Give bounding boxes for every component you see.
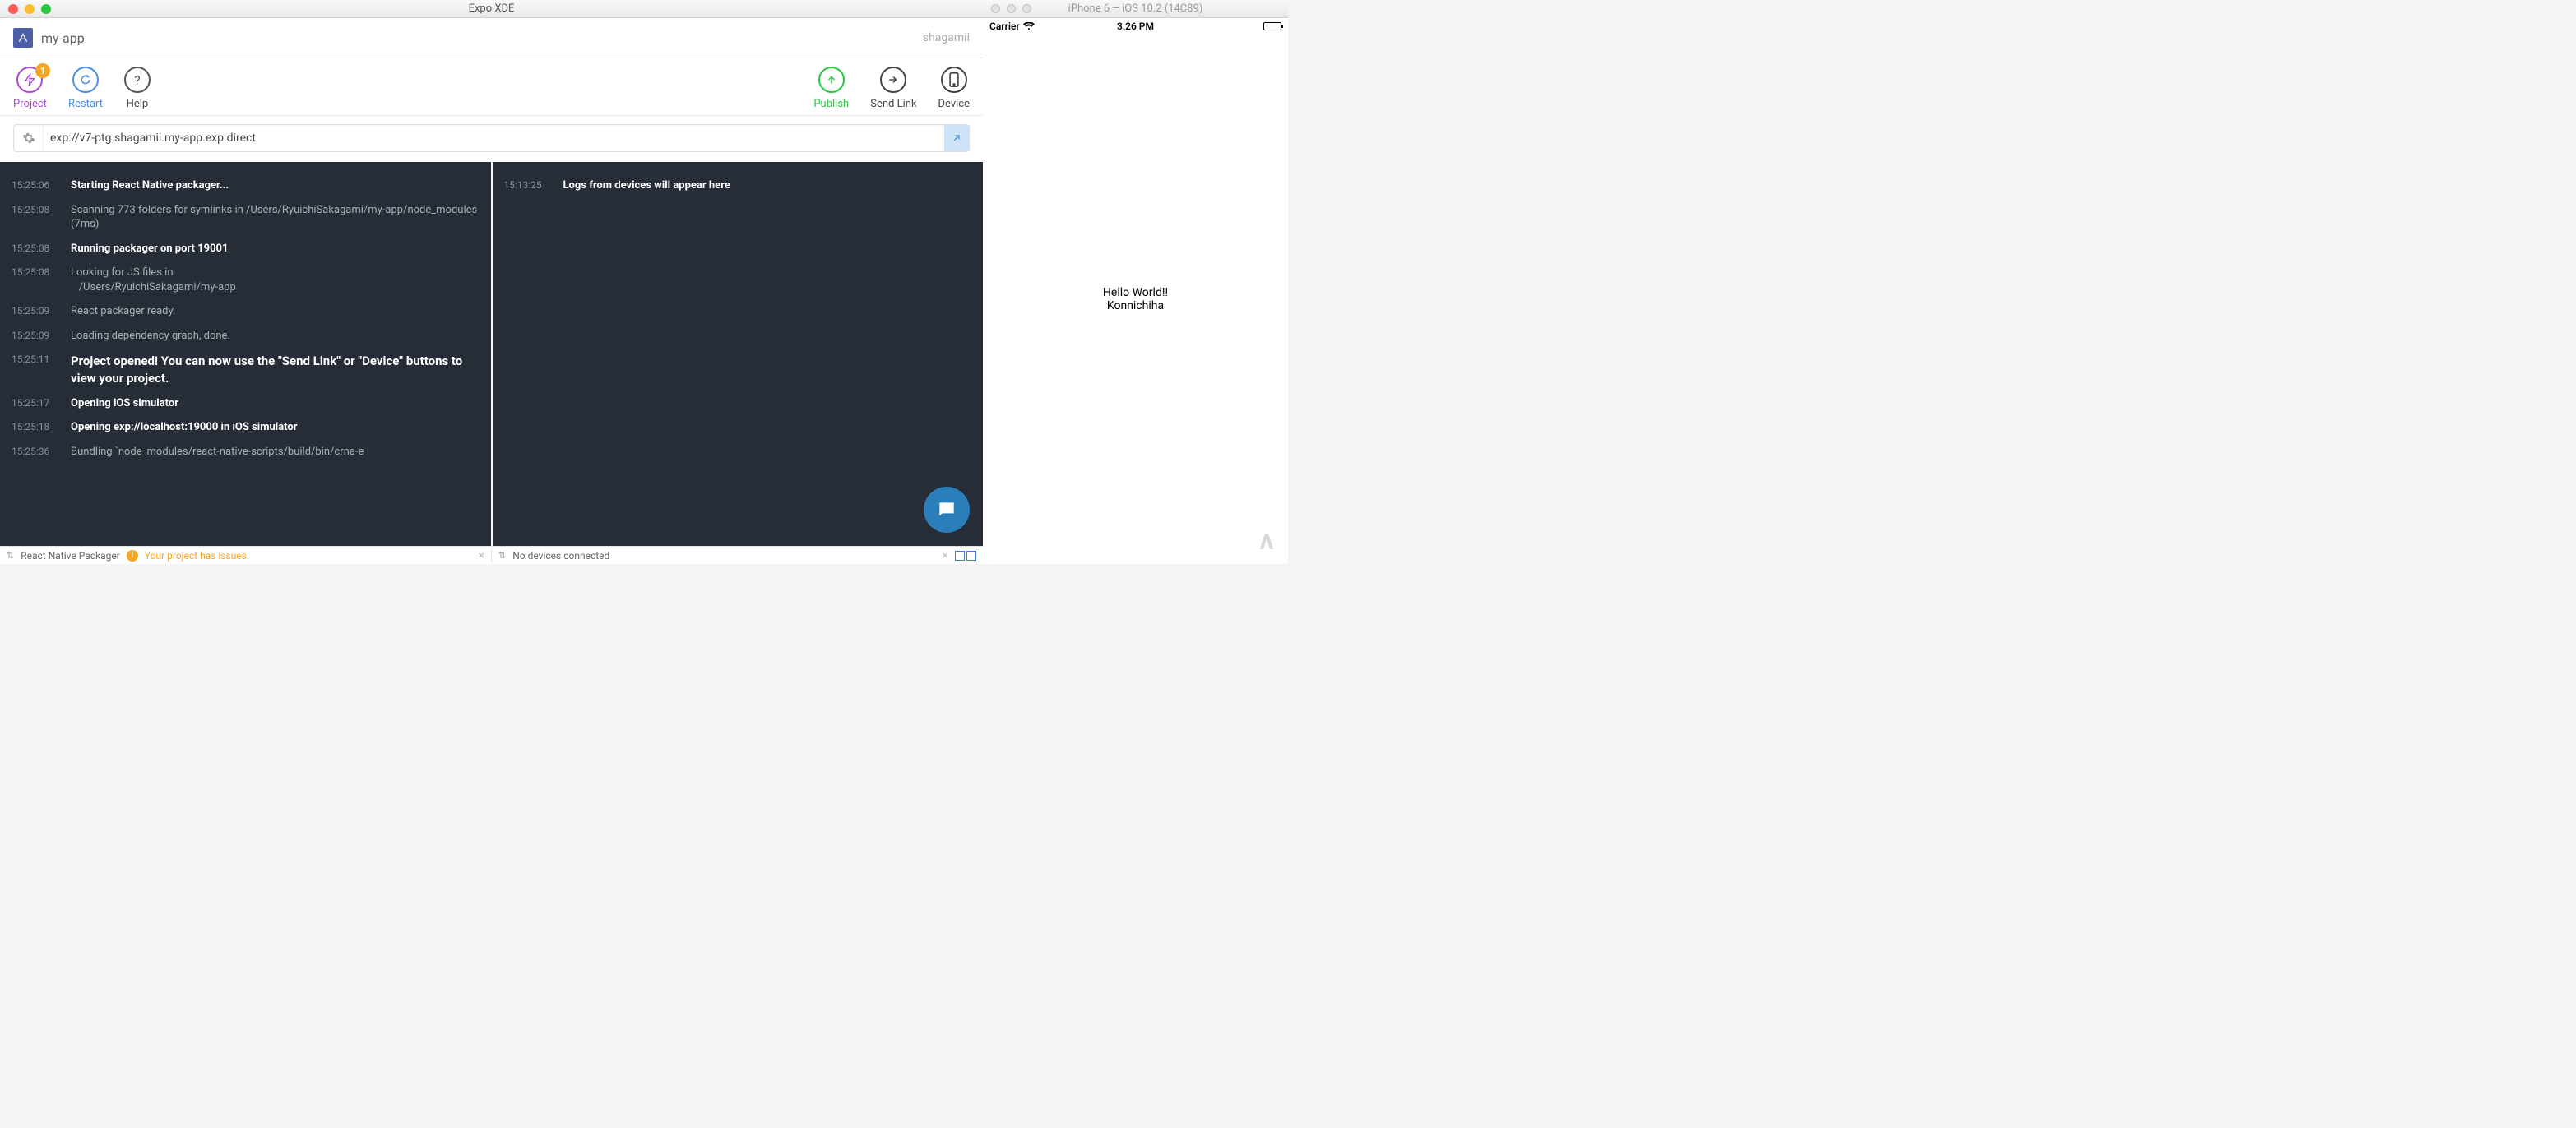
log-row: 15:25:11Project opened! You can now use …	[12, 353, 480, 386]
url-bar[interactable]: exp://v7-ptg.shagamii.my-app.exp.direct	[13, 124, 970, 152]
project-badge: 1	[35, 63, 50, 78]
publish-button[interactable]: Publish	[813, 67, 849, 110]
log-message: Bundling `node_modules/react-native-scri…	[71, 445, 480, 460]
send-link-label: Send Link	[870, 98, 916, 110]
log-timestamp: 15:25:17	[12, 396, 71, 411]
close-pane-icon[interactable]: ×	[943, 549, 948, 562]
issue-badge-icon: !	[127, 550, 138, 562]
app-text-1: Hello World!!	[1103, 286, 1168, 299]
log-message: Opening iOS simulator	[71, 396, 480, 411]
sim-status-bar: Carrier 3:26 PM	[983, 18, 1288, 35]
log-timestamp: 15:13:25	[504, 178, 563, 193]
url-settings-icon[interactable]	[14, 125, 44, 151]
sort-icon[interactable]: ⇅	[498, 550, 506, 561]
sim-app-content: Hello World!! Konnichiha	[983, 35, 1288, 564]
battery-icon	[1263, 22, 1281, 30]
restart-button[interactable]: Restart	[68, 67, 103, 110]
project-label: Project	[13, 98, 47, 110]
chat-icon[interactable]	[924, 487, 970, 533]
log-row: 15:25:09React packager ready.	[12, 304, 480, 319]
help-label: Help	[127, 98, 149, 110]
packager-log-console[interactable]: 15:25:06Starting React Native packager..…	[0, 162, 493, 546]
sim-window-title: iPhone 6 – iOS 10.2 (14C89)	[983, 2, 1288, 15]
expo-watermark-icon: Λ	[1252, 528, 1281, 557]
project-button[interactable]: 1 Project	[13, 67, 47, 110]
log-timestamp: 15:25:09	[12, 329, 71, 344]
log-timestamp: 15:25:08	[12, 242, 71, 257]
log-row: 15:25:08Looking for JS files in /Users/R…	[12, 266, 480, 294]
log-message: React packager ready.	[71, 304, 480, 319]
log-row: 15:25:08Running packager on port 19001	[12, 242, 480, 257]
log-timestamp: 15:25:08	[12, 266, 71, 294]
log-message: Logs from devices will appear here	[563, 178, 972, 193]
app-text-2: Konnichiha	[1107, 299, 1164, 312]
status-left-text: React Native Packager	[21, 550, 120, 562]
log-row: 15:13:25Logs from devices will appear he…	[504, 178, 972, 193]
help-button[interactable]: ? Help	[124, 67, 151, 110]
log-timestamp: 15:25:18	[12, 420, 71, 435]
log-row: 15:25:06Starting React Native packager..…	[12, 178, 480, 193]
publish-label: Publish	[813, 98, 849, 110]
app-name: my-app	[41, 30, 85, 46]
log-timestamp: 15:25:09	[12, 304, 71, 319]
log-row: 15:25:18Opening exp://localhost:19000 in…	[12, 420, 480, 435]
restart-label: Restart	[68, 98, 103, 110]
device-button[interactable]: Device	[938, 67, 971, 110]
log-timestamp: 15:25:11	[12, 353, 71, 386]
main-window-titlebar: Expo XDE	[0, 0, 983, 18]
expo-logo-icon	[13, 28, 33, 48]
url-text[interactable]: exp://v7-ptg.shagamii.my-app.exp.direct	[44, 132, 944, 145]
log-message: Starting React Native packager...	[71, 178, 480, 193]
log-message: Loading dependency graph, done.	[71, 329, 480, 344]
log-message: Running packager on port 19001	[71, 242, 480, 257]
log-row: 15:25:17Opening iOS simulator	[12, 396, 480, 411]
window-title: Expo XDE	[0, 2, 983, 15]
device-label: Device	[938, 98, 971, 110]
log-message: Scanning 773 folders for symlinks in /Us…	[71, 203, 480, 232]
status-right-text: No devices connected	[512, 550, 609, 562]
sim-time: 3:26 PM	[983, 21, 1288, 32]
sim-window-titlebar: iPhone 6 – iOS 10.2 (14C89)	[983, 0, 1288, 18]
device-log-console[interactable]: 15:13:25Logs from devices will appear he…	[493, 162, 984, 546]
close-pane-icon[interactable]: ×	[479, 549, 484, 562]
toolbar: 1 Project Restart ? Help Publish Send Li…	[0, 58, 983, 116]
log-timestamp: 15:25:06	[12, 178, 71, 193]
username[interactable]: shagamii	[923, 31, 970, 44]
log-timestamp: 15:25:36	[12, 445, 71, 460]
log-row: 15:25:36Bundling `node_modules/react-nat…	[12, 445, 480, 460]
log-message: Looking for JS files in /Users/RyuichiSa…	[71, 266, 480, 294]
send-link-button[interactable]: Send Link	[870, 67, 916, 110]
sort-icon[interactable]: ⇅	[7, 550, 14, 561]
log-row: 15:25:09Loading dependency graph, done.	[12, 329, 480, 344]
status-bar: ⇅ React Native Packager ! Your project h…	[0, 546, 983, 564]
log-message: Opening exp://localhost:19000 in iOS sim…	[71, 420, 480, 435]
layout-toggle[interactable]	[955, 551, 976, 561]
log-row: 15:25:08Scanning 773 folders for symlink…	[12, 203, 480, 232]
header: my-app shagamii	[0, 18, 983, 58]
open-url-icon[interactable]	[944, 125, 969, 151]
log-message: Project opened! You can now use the "Sen…	[71, 353, 480, 386]
status-issues[interactable]: Your project has issues.	[145, 550, 249, 562]
log-timestamp: 15:25:08	[12, 203, 71, 232]
